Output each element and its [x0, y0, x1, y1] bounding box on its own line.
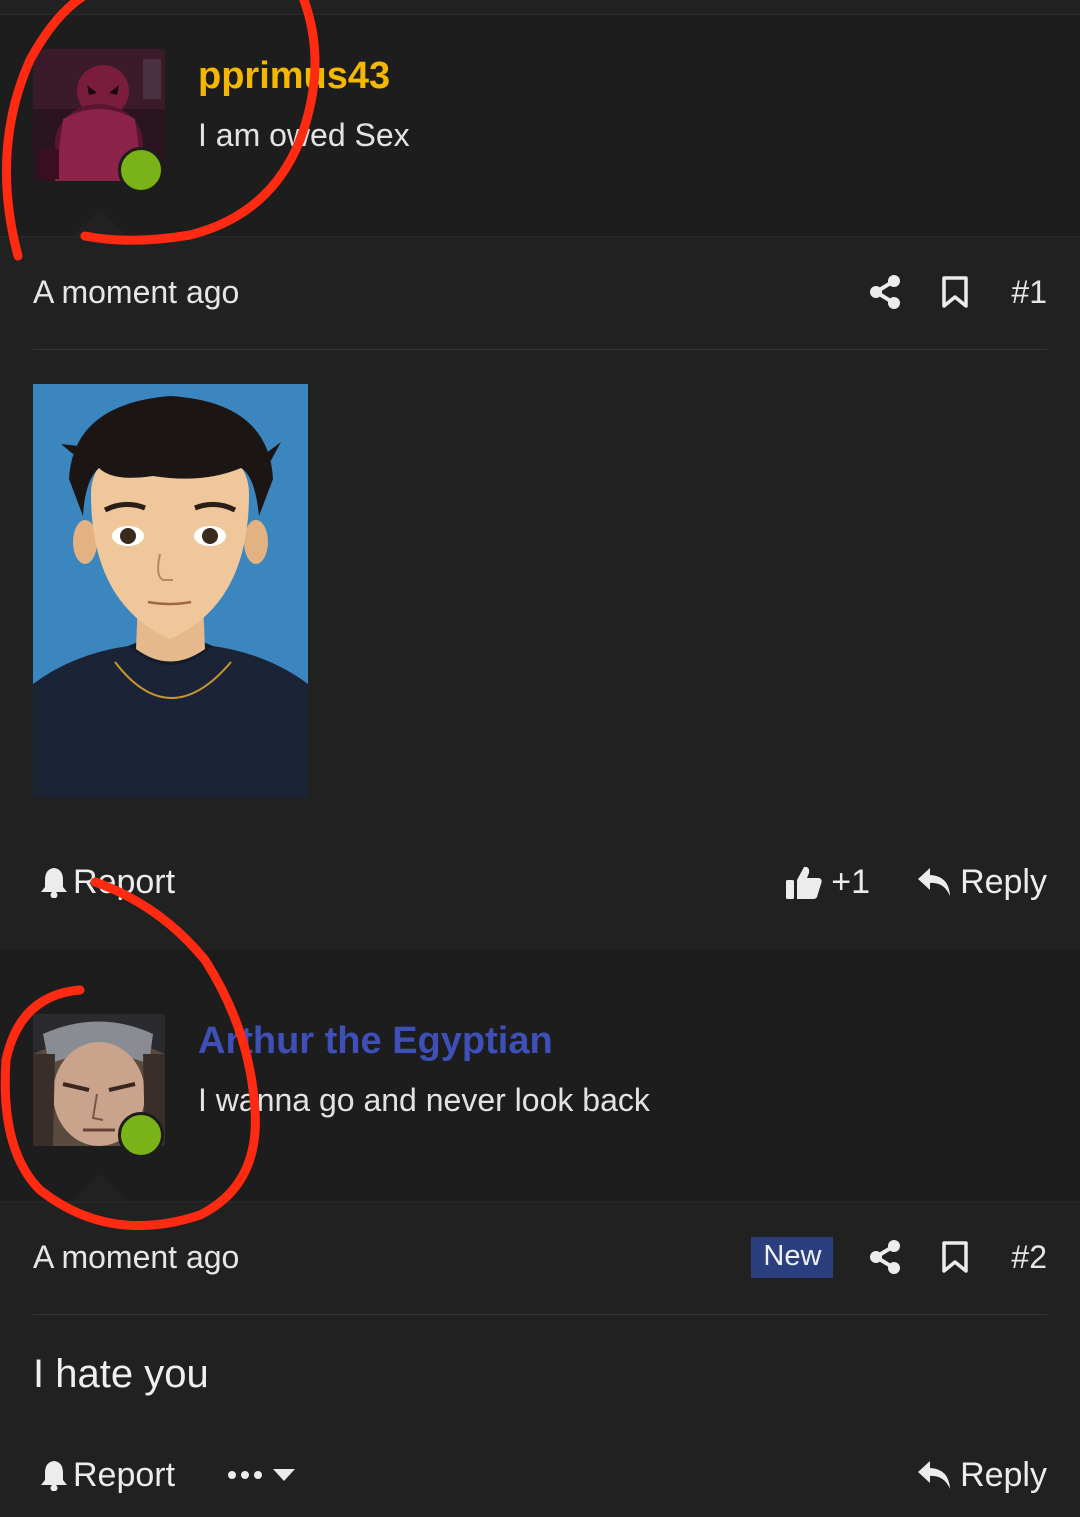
post-right-actions: Reply	[916, 1445, 1047, 1505]
post-actions: Report +1 Reply	[33, 852, 1047, 912]
header-separator	[0, 236, 1080, 238]
bell-icon	[41, 1461, 67, 1491]
report-label: Report	[73, 862, 176, 901]
report-label: Report	[73, 1455, 176, 1494]
username[interactable]: pprimus43	[198, 55, 390, 98]
more-options-button[interactable]	[227, 1445, 297, 1505]
post-number[interactable]: #2	[1011, 1239, 1047, 1276]
post-1-header: pprimus43 I am owed Sex	[0, 15, 1080, 236]
bookmark-icon[interactable]	[941, 1240, 969, 1274]
like-button[interactable]: +1	[785, 863, 870, 902]
caret-down-icon	[273, 1469, 295, 1481]
post-number[interactable]: #1	[1011, 274, 1047, 311]
thumbs-up-icon	[786, 866, 822, 899]
user-title: I wanna go and never look back	[198, 1082, 650, 1118]
reply-label: Reply	[960, 1455, 1047, 1494]
post-attachment-image[interactable]	[33, 384, 308, 797]
meta-divider	[33, 1314, 1047, 1315]
post-time[interactable]: A moment ago	[33, 1227, 239, 1287]
meta-divider	[33, 349, 1047, 350]
reply-label: Reply	[960, 862, 1047, 901]
post-separator	[0, 950, 1080, 980]
post-actions: Report Reply	[33, 1445, 1047, 1505]
bookmark-icon[interactable]	[941, 275, 969, 309]
report-button[interactable]: Report	[39, 852, 175, 912]
share-icon[interactable]	[869, 1240, 901, 1274]
reaction-count[interactable]: +1	[831, 863, 870, 902]
online-status-dot	[118, 147, 164, 193]
post-meta-actions: New #2	[751, 1227, 1047, 1287]
post-meta-actions: #1	[869, 262, 1047, 322]
bell-icon	[41, 868, 67, 898]
username[interactable]: Arthur the Egyptian	[198, 1020, 553, 1063]
header-separator	[0, 1201, 1080, 1203]
reply-arrow-icon	[918, 868, 951, 896]
post-2-header: Arthur the Egyptian I wanna go and never…	[0, 980, 1080, 1201]
new-badge: New	[751, 1236, 834, 1278]
online-status-dot	[118, 1112, 164, 1158]
reply-button[interactable]: Reply	[916, 863, 1047, 902]
report-button[interactable]: Report	[39, 1445, 175, 1505]
post-meta: A moment ago #1	[33, 262, 1047, 322]
post-right-actions: +1 Reply	[785, 852, 1047, 912]
post-time[interactable]: A moment ago	[33, 262, 239, 322]
reply-arrow-icon	[918, 1461, 951, 1489]
share-icon[interactable]	[869, 275, 901, 309]
post-body-text: I hate you	[33, 1352, 209, 1396]
header-notch	[72, 208, 128, 236]
post-meta: A moment ago New #2	[33, 1227, 1047, 1287]
user-title: I am owed Sex	[198, 117, 410, 153]
ellipsis-icon	[228, 1471, 262, 1479]
reply-button[interactable]: Reply	[916, 1456, 1047, 1495]
header-notch	[72, 1173, 128, 1201]
